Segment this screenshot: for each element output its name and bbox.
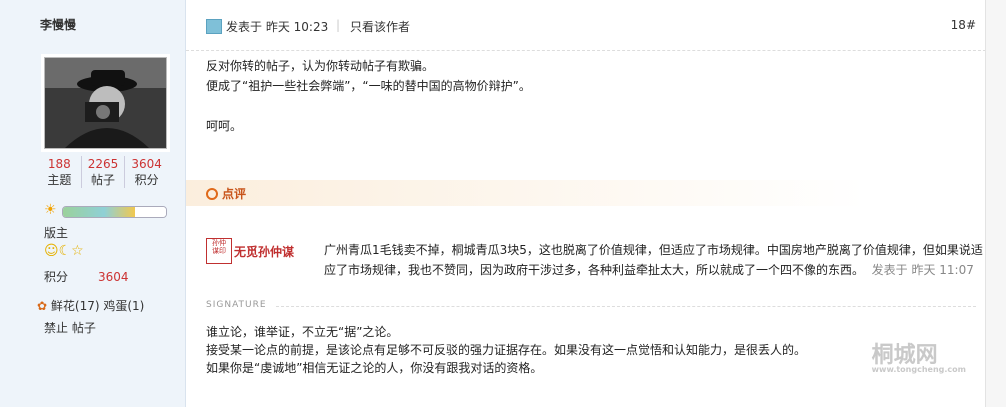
comment-header-label: 点评 [222,187,247,201]
credit-row: 积分 3604 [44,268,129,285]
sun-medal-icon: ☺ [44,243,59,259]
site-watermark: 桐城网 www.tongcheng.com [872,337,966,374]
post-line: 呵呵。 [206,119,243,133]
post-status-icon [206,19,222,34]
user-title: 版主 [44,226,69,240]
comment-text: 广州青瓜1毛钱卖不掉，桐城青瓜3块5，这也脱离了价值规律，但适应了市场规律。中国… [324,240,984,280]
stat-posts[interactable]: 2265 帖子 [80,156,125,188]
credit-label: 积分 [44,270,69,284]
gifts: ✿ 鲜花(17) 鸡蛋(1) [37,297,144,314]
stat-value: 3604 [131,157,162,171]
post-line: 便成了“祖护一些社会弊端”，“一味的替中国的高物价辩护”。 [206,79,531,93]
scrollbar[interactable] [985,0,1006,407]
watermark-url: www.tongcheng.com [871,365,966,374]
post-main: 发表于 昨天 10:23 | 只看该作者 18# 反对你转的帖子，认为你转动帖子… [186,0,986,407]
only-author-link[interactable]: 只看该作者 [350,18,410,35]
stat-label: 主题 [47,173,72,187]
author-stats: 188 主题 2265 帖子 3604 积分 [38,156,168,188]
post-meta-bar: 发表于 昨天 10:23 | 只看该作者 18# [186,0,986,51]
sun-rank-icon: ☀ [44,202,57,218]
flower-icon: ✿ [37,299,48,313]
author-name[interactable]: 李慢慢 [40,16,76,33]
stat-value: 188 [47,157,71,171]
comment-author[interactable]: 无觅孙仲谋 [234,243,294,260]
signature-divider [276,306,976,307]
credit-value: 3604 [98,270,129,284]
moderation-actions[interactable]: 禁止 帖子 [44,319,96,336]
signature-line: 谁立论，谁举证，不立无“据”之论。 [206,325,399,339]
comment-circle-icon [206,188,218,200]
stat-value: 2265 [87,157,119,171]
star-medal-icon: ☆ [71,243,84,259]
stat-label: 积分 [134,173,159,187]
post-body: 反对你转的帖子，认为你转动帖子有欺骗。 便成了“祖护一些社会弊端”，“一味的替中… [206,56,531,136]
post-line [206,96,531,116]
stat-label: 帖子 [91,173,116,187]
author-sidebar: 李慢慢 188 主题 2265 帖子 3604 积分 ☀ 版主 ☺☾☆ 积分 36 [0,0,186,407]
post-line: 反对你转的帖子，认为你转动帖子有欺骗。 [206,59,435,73]
floor-number[interactable]: 18# [951,18,976,32]
signature: 谁立论，谁举证，不立无“据”之论。 接受某一论点的前提，是该论点有足够不可反驳的… [206,323,806,377]
rank-progress-fill [63,207,166,217]
signature-line: 接受某一论点的前提，是该论点有足够不可反驳的强力证据存在。如果没有这一点觉悟和认… [206,343,807,357]
medals: ☺☾☆ [44,243,84,259]
signature-line: 如果你是“虔诚地”相信无证之论的人，你没有跟我对话的资格。 [206,361,543,375]
signature-label: SIGNATURE [206,300,267,310]
moon-medal-icon: ☾ [58,243,72,259]
posted-time: 发表于 昨天 10:23 [226,20,329,34]
divider: | [336,18,341,32]
seal-stamp-icon: 孙仲 谋印 [206,238,232,264]
stat-topics[interactable]: 188 主题 [38,156,81,188]
gifts-text: 鲜花(17) 鸡蛋(1) [50,299,145,313]
stat-credits[interactable]: 3604 积分 [124,156,168,188]
comment-header: 点评 [186,180,986,206]
avatar[interactable] [44,57,167,149]
comment-time: 发表于 昨天 11:07 [871,263,974,277]
rank-progress-bar [62,206,167,218]
